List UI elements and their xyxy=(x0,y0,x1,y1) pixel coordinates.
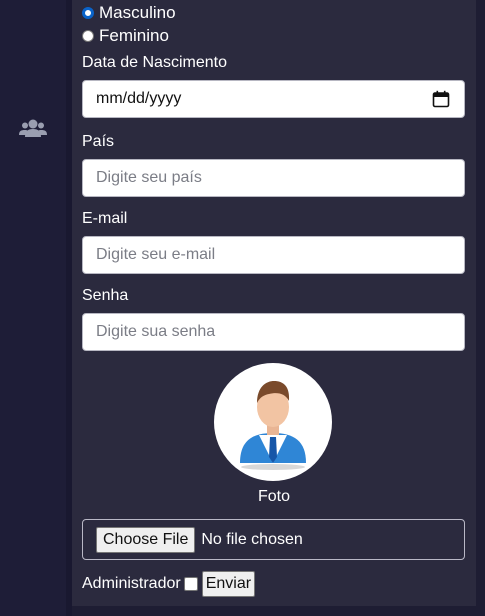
admin-checkbox[interactable] xyxy=(183,577,198,591)
admin-row: Administrador Enviar xyxy=(82,571,256,597)
radio-feminino[interactable] xyxy=(82,30,94,42)
password-label: Senha xyxy=(82,287,129,304)
submit-button[interactable]: Enviar xyxy=(201,571,256,597)
divider xyxy=(476,0,485,616)
user-avatar-icon xyxy=(240,381,306,470)
choose-file-button[interactable]: Choose File xyxy=(96,526,196,553)
radio-label: Masculino xyxy=(99,3,176,22)
birthdate-label: Data de Nascimento xyxy=(82,54,227,71)
admin-label: Administrador xyxy=(82,575,181,592)
radio-label: Feminino xyxy=(99,26,169,45)
file-status: No file chosen xyxy=(201,530,303,548)
gender-option-feminino[interactable]: Feminino xyxy=(82,26,169,46)
country-label: País xyxy=(82,133,115,150)
password-input[interactable]: Digite sua senha xyxy=(82,313,465,351)
email-label: E-mail xyxy=(82,210,128,227)
country-input[interactable]: Digite seu país xyxy=(82,159,465,197)
users-icon[interactable] xyxy=(19,118,47,138)
radio-masculino[interactable] xyxy=(82,7,94,19)
photo-label: Foto xyxy=(257,488,290,505)
photo-file-input[interactable]: Choose File No file chosen xyxy=(82,519,465,560)
sidebar xyxy=(0,0,66,616)
email-placeholder: Digite seu e-mail xyxy=(96,246,216,263)
birthdate-input[interactable]: mm/dd/yyyy xyxy=(82,80,465,118)
email-input[interactable]: Digite seu e-mail xyxy=(82,236,465,274)
birthdate-value: mm/dd/yyyy xyxy=(96,90,182,107)
gender-option-masculino[interactable]: Masculino xyxy=(82,3,176,23)
country-placeholder: Digite seu país xyxy=(96,169,202,186)
password-placeholder: Digite sua senha xyxy=(96,323,216,340)
divider xyxy=(72,606,476,616)
avatar xyxy=(214,363,332,481)
calendar-icon[interactable] xyxy=(432,90,450,108)
